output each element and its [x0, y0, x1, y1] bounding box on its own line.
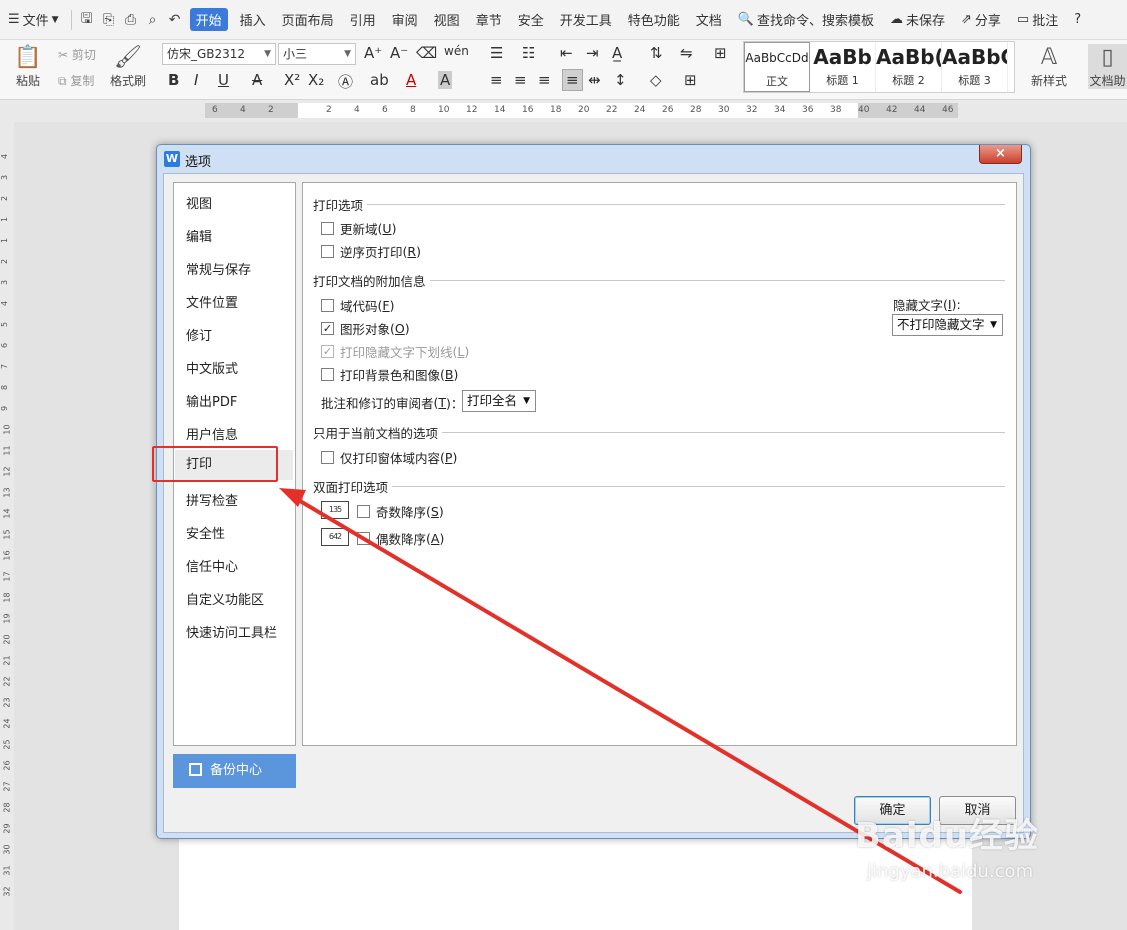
annotation-arrow: [279, 488, 962, 894]
baidu-watermark: Baidu经验 jingyan.baidu.com: [855, 808, 1039, 882]
watermark-brand: Baidu经验: [855, 816, 1040, 856]
watermark-url: jingyan.baidu.com: [867, 861, 1034, 882]
